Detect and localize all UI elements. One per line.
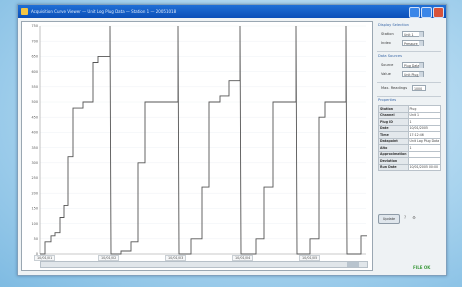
value-label: Value	[381, 72, 391, 76]
index-label: Index	[381, 41, 391, 45]
source-row: Source Plug Data	[378, 62, 441, 69]
data-sources-title: Data Sources	[378, 54, 402, 58]
help-icon[interactable]: ?	[402, 215, 408, 221]
app-icon	[21, 8, 28, 15]
y-tick-label: 100	[32, 222, 38, 226]
station-select[interactable]: Unit 1	[402, 31, 424, 37]
max-readings-input[interactable]: 1000	[412, 85, 426, 91]
divider	[377, 82, 441, 83]
property-row: Run Date 10/01/2005 00:00	[378, 163, 442, 171]
y-tick-label: 700	[32, 39, 38, 43]
index-row: Index Pressure	[378, 40, 441, 47]
y-tick-label: 400	[32, 131, 38, 135]
series-line	[40, 25, 367, 255]
chevron-down-icon	[419, 63, 423, 68]
station-label: Station	[381, 32, 394, 36]
y-tick-label: 350	[32, 146, 38, 150]
control-panel: Display Selection Station Unit 1 Index P…	[375, 21, 443, 271]
max-readings-value: 1000	[414, 87, 423, 91]
window-title: Acquisition Curve Viewer — Unit Log Plug…	[31, 9, 177, 14]
status-text: FILE OK	[413, 265, 431, 270]
chevron-down-icon	[419, 72, 423, 77]
source-select[interactable]: Plug Data	[402, 62, 424, 68]
y-tick-label: 150	[32, 207, 38, 211]
station-select-value: Unit 1	[404, 33, 414, 37]
y-tick-label: 750	[32, 24, 38, 28]
y-tick-label: 250	[32, 176, 38, 180]
value-row: Value Unit Plug	[378, 71, 441, 78]
property-key: Run Date	[378, 163, 409, 171]
y-tick-label: 550	[32, 85, 38, 89]
properties-title: Properties	[378, 98, 397, 102]
title-bar: Acquisition Curve Viewer — Unit Log Plug…	[18, 5, 446, 18]
max-readings-row: Max. Readings 1000	[378, 85, 441, 92]
update-button[interactable]: Update	[378, 214, 400, 224]
index-select[interactable]: Pressure	[402, 40, 424, 46]
max-readings-label: Max. Readings	[381, 86, 408, 90]
y-tick-label: 50	[34, 237, 38, 241]
properties-table: Station Plug Channel Unit 1 Plug ID 1 Date 10/0…	[378, 105, 442, 171]
source-label: Source	[381, 63, 394, 67]
value-select-value: Unit Plug	[404, 73, 419, 77]
minimize-button[interactable]	[409, 7, 420, 18]
y-tick-label: 200	[32, 191, 38, 195]
scrollbar-thumb[interactable]	[347, 262, 359, 267]
value-select[interactable]: Unit Plug	[402, 71, 424, 77]
y-tick-label: 450	[32, 115, 38, 119]
divider	[377, 51, 441, 52]
station-row: Station Unit 1	[378, 31, 441, 38]
display-section-title: Display Selection	[378, 23, 409, 27]
maximize-button[interactable]	[421, 7, 432, 18]
settings-icon[interactable]: ⚙	[411, 215, 417, 221]
property-value[interactable]: 10/01/2005 00:00	[407, 163, 442, 171]
y-tick-label: 500	[32, 100, 38, 104]
horizontal-scrollbar[interactable]	[40, 261, 368, 268]
index-select-value: Pressure	[404, 42, 418, 46]
divider	[377, 96, 441, 97]
source-select-value: Plug Data	[404, 64, 420, 68]
y-tick-label: 300	[32, 161, 38, 165]
close-button[interactable]	[433, 7, 444, 18]
y-tick-label: 650	[32, 55, 38, 59]
y-tick-label: 600	[32, 70, 38, 74]
app-window: Acquisition Curve Viewer — Unit Log Plug…	[17, 4, 447, 276]
chart-area: 750 700 650 600 550 500 450 400 350 300 250 200 150 1…	[21, 21, 373, 271]
chevron-down-icon	[419, 41, 423, 46]
line-chart: 750 700 650 600 550 500 450 400 350 300 250 200 150 1…	[32, 24, 367, 256]
chevron-down-icon	[419, 32, 423, 37]
